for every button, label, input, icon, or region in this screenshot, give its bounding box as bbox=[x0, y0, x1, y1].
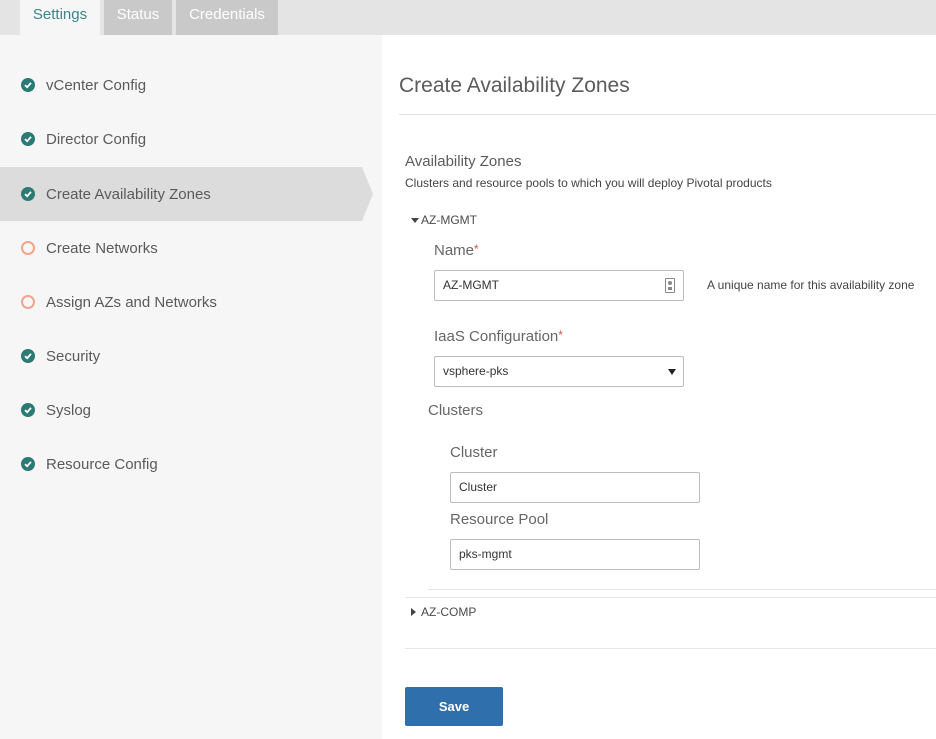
section-description: Clusters and resource pools to which you… bbox=[405, 176, 772, 190]
tab-status[interactable]: Status bbox=[104, 0, 172, 35]
caret-right-icon bbox=[411, 608, 416, 616]
sidebar-item-director-config[interactable]: Director Config bbox=[0, 112, 362, 166]
resource-pool-field-label: Resource Pool bbox=[450, 511, 549, 528]
resource-pool-input-value: pks-mgmt bbox=[459, 547, 512, 561]
check-circle-icon bbox=[21, 187, 35, 201]
divider bbox=[428, 589, 936, 590]
main-content: Create Availability Zones Availability Z… bbox=[382, 35, 936, 739]
sidebar-item-label: vCenter Config bbox=[46, 76, 147, 94]
divider bbox=[405, 597, 936, 598]
tab-bar: Settings Status Credentials bbox=[0, 0, 936, 35]
sidebar-item-label: Create Networks bbox=[46, 239, 158, 257]
sidebar-item-create-networks[interactable]: Create Networks bbox=[0, 221, 362, 275]
check-circle-icon bbox=[21, 132, 35, 146]
sidebar-item-label: Assign AZs and Networks bbox=[46, 293, 217, 311]
accordion-title: AZ-MGMT bbox=[421, 213, 477, 227]
sidebar-item-label: Director Config bbox=[46, 130, 147, 148]
section-title: Availability Zones bbox=[405, 153, 522, 170]
name-hint: A unique name for this availability zone bbox=[707, 278, 915, 292]
sidebar-item-security[interactable]: Security bbox=[0, 329, 362, 383]
sidebar-item-label: Resource Config bbox=[46, 455, 158, 473]
resource-pool-input[interactable]: pks-mgmt bbox=[450, 539, 700, 570]
divider bbox=[405, 648, 936, 649]
divider bbox=[399, 114, 936, 115]
name-input-value: AZ-MGMT bbox=[443, 278, 499, 292]
empty-circle-icon bbox=[21, 241, 35, 255]
cluster-input[interactable]: Cluster bbox=[450, 472, 700, 503]
tab-credentials[interactable]: Credentials bbox=[176, 0, 278, 35]
sidebar: vCenter Config Director Config Create Av… bbox=[0, 35, 382, 739]
sidebar-item-syslog[interactable]: Syslog bbox=[0, 383, 362, 437]
accordion-title: AZ-COMP bbox=[421, 605, 477, 619]
empty-circle-icon bbox=[21, 295, 35, 309]
sidebar-item-create-availability-zones[interactable]: Create Availability Zones bbox=[0, 167, 373, 221]
name-field-label: Name* bbox=[434, 242, 479, 259]
contact-card-icon[interactable] bbox=[665, 278, 675, 293]
check-circle-icon bbox=[21, 457, 35, 471]
page-title: Create Availability Zones bbox=[399, 74, 630, 97]
az-mgmt-accordion-header[interactable]: AZ-MGMT bbox=[411, 213, 477, 227]
caret-down-icon bbox=[411, 217, 419, 223]
chevron-down-icon bbox=[668, 369, 676, 375]
name-input[interactable]: AZ-MGMT bbox=[434, 270, 684, 301]
az-comp-accordion-header[interactable]: AZ-COMP bbox=[411, 605, 476, 619]
sidebar-item-label: Syslog bbox=[46, 401, 92, 419]
iaas-configuration-select[interactable]: vsphere-pks bbox=[434, 356, 684, 387]
iaas-field-label: IaaS Configuration* bbox=[434, 328, 563, 345]
check-circle-icon bbox=[21, 78, 35, 92]
iaas-select-value: vsphere-pks bbox=[443, 364, 509, 378]
required-asterisk: * bbox=[558, 328, 563, 342]
cluster-field-label: Cluster bbox=[450, 444, 498, 461]
clusters-label: Clusters bbox=[428, 402, 484, 419]
sidebar-item-resource-config[interactable]: Resource Config bbox=[0, 437, 362, 491]
save-button[interactable]: Save bbox=[405, 687, 503, 726]
check-circle-icon bbox=[21, 403, 35, 417]
tab-settings[interactable]: Settings bbox=[20, 0, 100, 35]
cluster-input-value: Cluster bbox=[459, 480, 498, 494]
sidebar-item-label: Security bbox=[46, 347, 101, 365]
check-circle-icon bbox=[21, 349, 35, 363]
name-label-text: Name bbox=[434, 242, 475, 259]
sidebar-item-assign-azs-and-networks[interactable]: Assign AZs and Networks bbox=[0, 275, 362, 329]
iaas-label-text: IaaS Configuration bbox=[434, 328, 559, 345]
sidebar-item-vcenter-config[interactable]: vCenter Config bbox=[0, 58, 362, 112]
sidebar-item-label: Create Availability Zones bbox=[46, 185, 211, 203]
required-asterisk: * bbox=[474, 242, 479, 256]
